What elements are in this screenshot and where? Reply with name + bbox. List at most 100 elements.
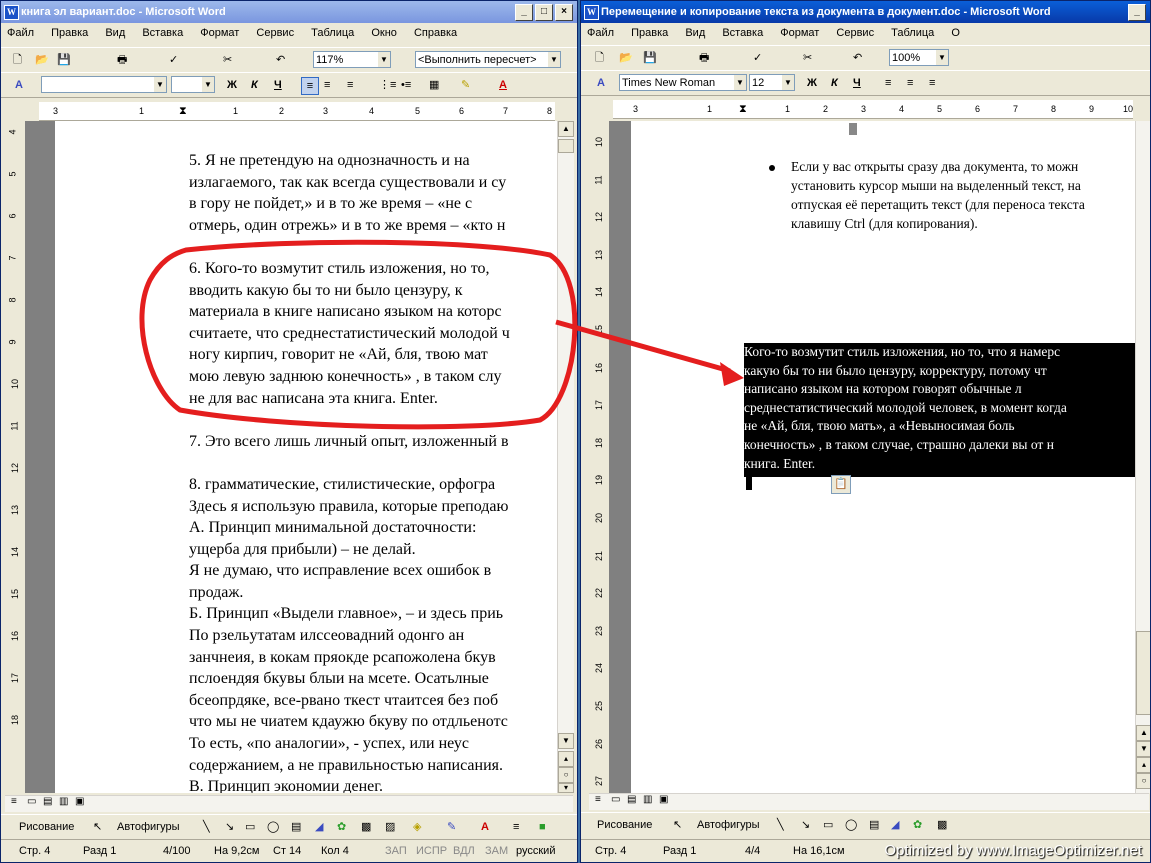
autoshapes-menu[interactable]: Автофигуры xyxy=(697,813,760,837)
highlight-icon[interactable]: ✎ xyxy=(461,77,470,93)
scroll-up-button[interactable]: ▲ xyxy=(558,121,574,137)
fill-color-icon[interactable]: ◈ xyxy=(413,815,421,839)
left-document-text[interactable]: 5. Я не претендую на однозначность и на и… xyxy=(189,151,510,793)
drawing-menu[interactable]: Рисование xyxy=(19,815,74,839)
print-view-icon[interactable]: ▤ xyxy=(627,794,636,805)
picture-icon[interactable]: ▨ xyxy=(385,815,395,839)
left-horizontal-scrollbar[interactable]: ≡ ▭ ▤ ▥ ▣ xyxy=(5,795,573,812)
align-center-icon[interactable]: ≡ xyxy=(907,75,913,91)
line-icon[interactable]: ╲ xyxy=(777,813,784,837)
menu-edit[interactable]: Правка xyxy=(51,27,88,39)
print-view-icon[interactable]: ▤ xyxy=(43,796,52,807)
left-vertical-ruler[interactable]: 4 5 6 7 8 9 10 11 12 13 14 15 16 17 18 xyxy=(5,121,26,793)
next-page-button[interactable]: ▾ xyxy=(558,783,574,793)
scroll-down-button[interactable]: ▼ xyxy=(558,733,574,749)
align-right-icon[interactable]: ≡ xyxy=(929,75,935,91)
line-icon[interactable]: ╲ xyxy=(203,815,210,839)
italic-button[interactable]: К xyxy=(831,75,838,91)
select-browse-button[interactable]: ○ xyxy=(1136,773,1150,789)
left-horizontal-ruler[interactable]: 3 ⧗ 1 1 2 3 4 5 6 7 8 xyxy=(39,102,555,121)
line-style-icon[interactable]: ≡ xyxy=(513,815,519,839)
styles-pane-icon[interactable]: A xyxy=(15,77,23,93)
indent-marker-icon[interactable]: ⧗ xyxy=(179,102,187,120)
bullet-paragraph[interactable]: Если у вас открыты сразу два документа, … xyxy=(791,157,1085,233)
styles-pane-icon[interactable]: A xyxy=(597,75,605,91)
font-color-icon[interactable]: A xyxy=(499,77,507,93)
web-view-icon[interactable]: ▭ xyxy=(27,796,36,807)
open-icon[interactable]: 📂 xyxy=(35,52,49,68)
arrow-icon[interactable]: ↘ xyxy=(225,815,234,839)
right-font-combo[interactable]: Times New Roman ▼ xyxy=(619,74,747,91)
diagram-icon[interactable]: ✿ xyxy=(337,815,346,839)
rectangle-icon[interactable]: ▭ xyxy=(245,815,255,839)
select-objects-icon[interactable]: ↖ xyxy=(673,813,682,837)
left-style-combo[interactable]: <Выполнить пересчет> ▼ xyxy=(415,51,561,68)
menu-tools[interactable]: Сервис xyxy=(256,27,294,39)
scroll-thumb[interactable] xyxy=(558,139,574,153)
save-icon[interactable]: 💾 xyxy=(57,52,71,68)
print-icon[interactable]: 🖶 xyxy=(699,50,709,66)
reading-view-icon[interactable]: ▣ xyxy=(659,794,668,805)
align-center-icon[interactable]: ≡ xyxy=(324,77,330,93)
outline-view-icon[interactable]: ▥ xyxy=(643,794,652,805)
menu-table[interactable]: Таблица xyxy=(891,27,934,39)
numbering-icon[interactable]: ⋮≡ xyxy=(379,77,396,93)
select-objects-icon[interactable]: ↖ xyxy=(93,815,102,839)
menu-insert[interactable]: Вставка xyxy=(722,27,763,39)
menu-file[interactable]: Файл xyxy=(7,27,34,39)
save-icon[interactable]: 💾 xyxy=(643,50,657,66)
right-horizontal-scrollbar[interactable]: ≡ ▭ ▤ ▥ ▣ xyxy=(589,793,1149,810)
align-left-icon[interactable]: ≡ xyxy=(301,77,319,95)
menu-format[interactable]: Формат xyxy=(780,27,819,39)
normal-view-icon[interactable]: ≡ xyxy=(595,794,601,805)
right-title-bar[interactable]: W Перемещение и копирование текста из до… xyxy=(581,1,1150,23)
right-vertical-scrollbar[interactable]: ▲ ▼ ▴ ○ xyxy=(1135,121,1150,793)
left-title-bar[interactable]: W книга эл вариант.doc - Microsoft Word … xyxy=(1,1,577,23)
spell-icon[interactable]: ✓ xyxy=(753,50,762,66)
maximize-button[interactable]: □ xyxy=(535,4,553,21)
minimize-button[interactable]: _ xyxy=(1128,4,1146,21)
select-browse-button[interactable]: ○ xyxy=(558,767,574,783)
right-zoom-combo[interactable]: 100% ▼ xyxy=(889,49,949,66)
drawing-menu[interactable]: Рисование xyxy=(597,813,652,837)
menu-view[interactable]: Вид xyxy=(685,27,705,39)
print-icon[interactable]: 🖶 xyxy=(117,52,127,68)
right-vertical-ruler[interactable]: 10 11 12 13 14 15 16 17 18 19 20 21 22 23 24 25 26 27 xyxy=(589,121,610,793)
scroll-thumb[interactable] xyxy=(1136,631,1150,715)
status-rec[interactable]: ЗАП xyxy=(385,840,407,862)
undo-icon[interactable]: ↶ xyxy=(853,50,862,66)
new-doc-icon[interactable]: 🗋 xyxy=(13,52,22,68)
scroll-up-button[interactable]: ▲ xyxy=(1136,725,1150,741)
clipart-icon[interactable]: ▩ xyxy=(937,813,947,837)
align-left-icon[interactable]: ≡ xyxy=(885,75,891,91)
menu-insert[interactable]: Вставка xyxy=(142,27,183,39)
menu-view[interactable]: Вид xyxy=(105,27,125,39)
font-color-icon[interactable]: A xyxy=(481,815,489,839)
paste-options-icon[interactable]: 📋 xyxy=(831,475,851,494)
left-size-combo[interactable]: ▼ xyxy=(171,76,215,93)
textbox-icon[interactable]: ▤ xyxy=(291,815,301,839)
left-document-page[interactable]: 5. Я не претендую на однозначность и на и… xyxy=(55,121,557,793)
3d-icon[interactable]: ■ xyxy=(539,815,546,839)
menu-format[interactable]: Формат xyxy=(200,27,239,39)
prev-page-button[interactable]: ▴ xyxy=(1136,757,1150,773)
left-zoom-combo[interactable]: 117% ▼ xyxy=(313,51,391,68)
menu-file[interactable]: Файл xyxy=(587,27,614,39)
arrow-icon[interactable]: ↘ xyxy=(801,813,810,837)
clipart-icon[interactable]: ▩ xyxy=(361,815,371,839)
menu-window[interactable]: Окно xyxy=(371,27,397,39)
undo-icon[interactable]: ↶ xyxy=(276,52,285,68)
align-right-icon[interactable]: ≡ xyxy=(347,77,353,93)
underline-button[interactable]: Ч xyxy=(853,75,861,91)
indent-marker-icon[interactable]: ⧗ xyxy=(739,100,747,118)
spell-icon[interactable]: ✓ xyxy=(169,52,178,68)
borders-icon[interactable]: ▦ xyxy=(429,77,439,93)
web-view-icon[interactable]: ▭ xyxy=(611,794,620,805)
textbox-icon[interactable]: ▤ xyxy=(869,813,879,837)
new-doc-icon[interactable]: 🗋 xyxy=(595,50,604,66)
minimize-button[interactable]: _ xyxy=(515,4,533,21)
status-ext[interactable]: ВДЛ xyxy=(453,840,475,862)
right-horizontal-ruler[interactable]: 3 1 ⧗ 1 2 3 4 5 6 7 8 9 10 xyxy=(613,100,1133,119)
bold-button[interactable]: Ж xyxy=(227,77,237,93)
menu-tools[interactable]: Сервис xyxy=(836,27,874,39)
